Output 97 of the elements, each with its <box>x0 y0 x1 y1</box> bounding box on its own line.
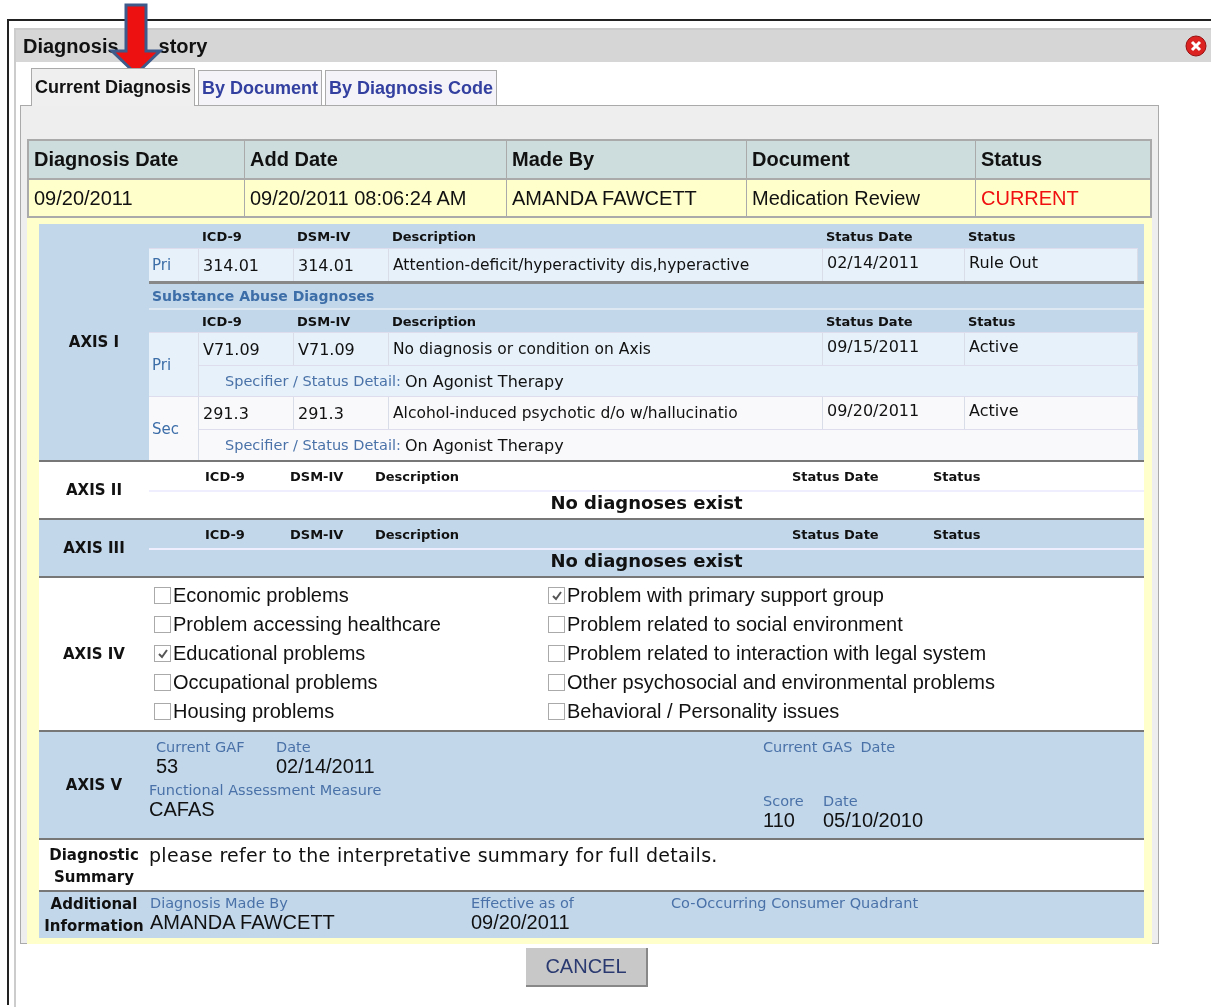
column-header: Description <box>391 313 478 329</box>
axis-label: AXIS II <box>66 481 122 499</box>
table-cell: 291.3 <box>294 397 389 429</box>
axis-label: AXIS III <box>63 539 125 557</box>
field-label: Date <box>823 793 859 809</box>
tab[interactable]: Current Diagnosis <box>31 68 196 106</box>
table-cell: 02/14/2011 <box>823 249 965 281</box>
tab[interactable]: By Diagnosis Code <box>325 70 498 105</box>
rank-label: Pri <box>152 256 172 274</box>
rank-label: Pri <box>152 355 172 374</box>
table-cell: Alcohol-induced psychotic d/o w/hallucinatio <box>389 397 823 429</box>
column-header: Status Date <box>791 468 880 484</box>
column-header: Description <box>391 228 478 244</box>
field-value: 110 <box>763 809 796 832</box>
column-header: Diagnosis Date <box>29 141 245 180</box>
column-header: ICD-9 <box>204 468 246 484</box>
empty-message: No diagnoses exist <box>550 492 743 513</box>
table-cell: AMANDA FAWCETT <box>507 180 747 216</box>
column-header: ICD-9 <box>201 313 243 329</box>
field-label: Specifier / Status Detail: <box>225 437 401 453</box>
table-cell: Active <box>965 333 1138 365</box>
table-cell: 314.01 <box>199 249 294 281</box>
checkbox[interactable]: Problem related to interaction with legal system <box>548 639 1144 668</box>
column-header: Status Date <box>791 526 880 542</box>
axis-label: AXIS V <box>65 776 123 794</box>
field-label: Effective as of <box>471 895 575 911</box>
column-header: Status Date <box>825 228 914 244</box>
column-header: ICD-9 <box>204 526 246 542</box>
column-header: Description <box>374 526 461 542</box>
checkbox[interactable]: Problem related to social environment <box>548 610 1144 639</box>
field-label: Co-Occurring Consumer Quadrant <box>671 895 920 911</box>
table-cell: 314.01 <box>294 249 389 281</box>
column-header: Status <box>967 228 1017 244</box>
table-cell: 291.3 <box>199 397 294 429</box>
field-label: Specifier / Status Detail: <box>225 373 401 389</box>
table-cell: No diagnosis or condition on Axis <box>389 333 823 365</box>
axis-label: Diagnostic Summary <box>48 845 140 888</box>
field-value: On Agonist Therapy <box>404 371 564 391</box>
table-cell: Attention-deficit/hyperactivity dis,hyperactive <box>389 249 823 281</box>
axis-label: AXIS I <box>68 333 120 351</box>
table-cell: 09/15/2011 <box>823 333 965 365</box>
axis-label: Additional Information <box>43 894 145 937</box>
checkbox[interactable]: Housing problems <box>154 697 548 726</box>
checkbox[interactable]: Behavioral / Personality issues <box>548 697 1144 726</box>
axis-label: AXIS IV <box>63 645 125 663</box>
summary-text: please refer to the interpretative summary for full details. <box>149 843 719 868</box>
column-header: Status <box>976 141 1150 180</box>
field-label: Current GAF <box>156 739 246 755</box>
table-cell: Active <box>965 397 1138 429</box>
field-label: Diagnosis Made By <box>150 895 289 911</box>
checkbox[interactable]: Problem with primary support group <box>548 581 1144 610</box>
window-title: story <box>158 34 208 58</box>
table-cell: V71.09 <box>294 333 389 365</box>
checkbox[interactable]: Problem accessing healthcare <box>154 610 548 639</box>
table-cell: Medication Review <box>747 180 976 216</box>
table-cell: 09/20/2011 <box>29 180 245 216</box>
field-value: 02/14/2011 <box>276 755 375 778</box>
column-header: DSM-IV <box>296 313 352 329</box>
cancel-button[interactable]: CANCEL <box>526 948 648 987</box>
column-header: Status <box>932 526 982 542</box>
table-cell: 09/20/2011 08:06:24 AM <box>245 180 507 216</box>
field-value: 09/20/2011 <box>471 911 571 933</box>
checkbox[interactable]: Occupational problems <box>154 668 548 697</box>
field-value: 53 <box>156 755 180 778</box>
empty-message: No diagnoses exist <box>550 550 743 571</box>
table-cell: Rule Out <box>965 249 1138 281</box>
close-icon[interactable] <box>1185 35 1207 57</box>
checkbox[interactable]: Economic problems <box>154 581 548 610</box>
column-header: DSM-IV <box>289 526 345 542</box>
window-title: Diagnosis <box>23 34 119 58</box>
column-header: Status Date <box>825 313 914 329</box>
field-value: AMANDA FAWCETT <box>150 911 336 933</box>
column-header: DSM-IV <box>296 228 352 244</box>
column-header: Document <box>747 141 976 180</box>
column-header: Status <box>932 468 982 484</box>
checkbox[interactable]: Other psychosocial and environmental problems <box>548 668 1144 697</box>
checkbox[interactable]: Educational problems <box>154 639 548 668</box>
table-cell: V71.09 <box>199 333 294 365</box>
field-label: Functional Assessment Measure <box>149 782 383 798</box>
column-header: DSM-IV <box>289 468 345 484</box>
column-header: Description <box>374 468 461 484</box>
table-cell: CURRENT <box>976 180 1150 216</box>
field-label: Date <box>276 739 312 755</box>
group-heading: Substance Abuse Diagnoses <box>149 281 1144 310</box>
rank-label: Sec <box>152 419 179 438</box>
field-value: 05/10/2010 <box>823 809 924 832</box>
field-value: On Agonist Therapy <box>404 435 564 455</box>
column-header: Made By <box>507 141 747 180</box>
table-cell: 09/20/2011 <box>823 397 965 429</box>
column-header: Status <box>967 313 1017 329</box>
tab[interactable]: By Document <box>198 70 323 105</box>
field-value: CAFAS <box>149 798 216 821</box>
column-header: ICD-9 <box>201 228 243 244</box>
field-label: Date <box>860 739 896 755</box>
field-label: Score <box>763 793 805 809</box>
field-label: Current GAS <box>763 739 853 755</box>
column-header: Add Date <box>245 141 507 180</box>
